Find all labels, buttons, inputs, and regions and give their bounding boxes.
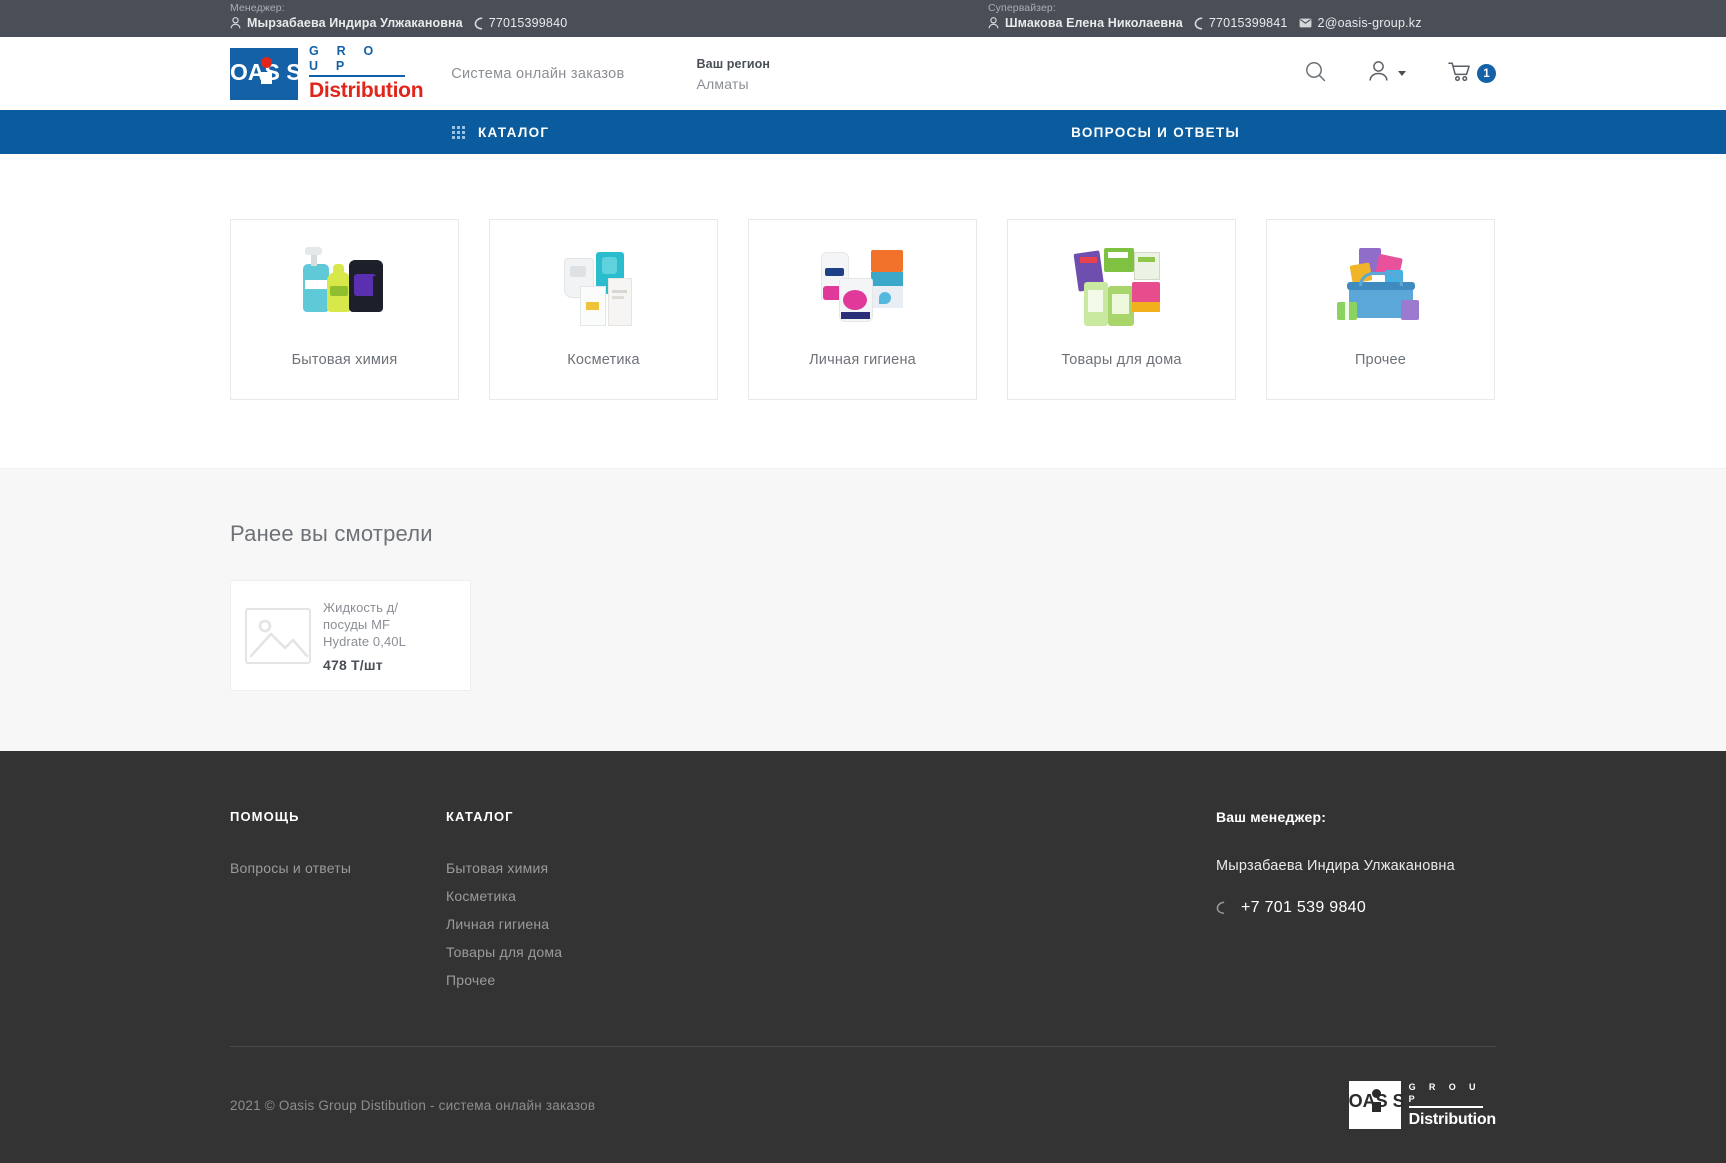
manager-name: Мырзабаева Индира Улжакановна (247, 16, 463, 30)
product-name: Жидкость д/посуды MF Hydrate 0,40L (323, 599, 406, 649)
cart-icon (1448, 61, 1472, 87)
supervisor-contact-block: Супервайзер: Шмакова Елена Николаевна 77… (988, 2, 1422, 30)
search-icon (1305, 61, 1326, 87)
phone-icon (1194, 16, 1203, 30)
main-navigation-bar: КАТАЛОГ ВОПРОСЫ И ОТВЕТЫ (0, 110, 1726, 154)
supervisor-email[interactable]: 2@oasis-group.kz (1318, 16, 1422, 30)
image-placeholder-icon (245, 607, 311, 664)
footer-logo[interactable]: OASIS G R O U P Distribution (1348, 1081, 1497, 1129)
footer-logo-square-icon (1371, 1102, 1381, 1112)
category-label: Бытовая химия (291, 352, 398, 368)
footer-catalog-heading: КАТАЛОГ (446, 809, 514, 824)
product-card[interactable]: Жидкость д/посуды MF Hydrate 0,40L 478 Т… (230, 580, 471, 691)
person-icon (988, 17, 999, 29)
phone-icon (474, 16, 483, 30)
supervisor-phone[interactable]: 77015399841 (1209, 16, 1288, 30)
categories-grid: Бытовая химия Косметика Личная гигиена Т… (230, 219, 1496, 400)
recently-viewed-title: Ранее вы смотрели (230, 521, 433, 546)
region-title: Ваш регион (696, 56, 771, 71)
supervisor-role-label: Супервайзер: (988, 2, 1056, 14)
account-button[interactable] (1368, 60, 1406, 87)
footer-manager-phone[interactable]: +7 701 539 9840 (1241, 899, 1366, 917)
category-label: Прочее (1354, 352, 1407, 368)
nav-item-faq[interactable]: ВОПРОСЫ И ОТВЕТЫ (1071, 125, 1240, 140)
header-actions: 1 (1305, 60, 1496, 87)
grid-icon (452, 125, 465, 139)
category-card-other[interactable]: Прочее (1266, 219, 1495, 400)
nav-catalog-label: КАТАЛОГ (478, 124, 550, 140)
logo-distribution-text: Distribution (309, 79, 424, 102)
category-card-personal-hygiene[interactable]: Личная гигиена (748, 219, 977, 400)
footer-logo-dot-icon (1371, 1089, 1381, 1098)
footer-link-home-goods[interactable]: Товары для дома (446, 938, 1216, 966)
footer-logo-mark: OASIS (1348, 1081, 1405, 1129)
category-card-home-goods[interactable]: Товары для дома (1007, 219, 1236, 400)
category-card-household-chemicals[interactable]: Бытовая химия (230, 219, 459, 400)
logo-mark-right: S (286, 58, 302, 85)
search-button[interactable] (1305, 61, 1326, 87)
user-icon (1368, 60, 1389, 87)
footer-link-cosmetics[interactable]: Косметика (446, 882, 1216, 910)
copyright-text: 2021 © Oasis Group Distibution - система… (230, 1097, 596, 1113)
footer-manager-name: Мырзабаева Индира Улжакановна (1216, 858, 1455, 874)
region-value[interactable]: Алматы (697, 74, 771, 94)
region-selector[interactable]: Ваш регион Алматы (697, 54, 771, 94)
logo-white-square-icon (261, 71, 272, 84)
phone-icon (1216, 901, 1225, 915)
supervisor-name: Шмакова Елена Николаевна (1005, 16, 1183, 30)
household-chemicals-photo (297, 246, 393, 330)
logo-red-dot-icon (261, 56, 272, 68)
personal-hygiene-photo (815, 246, 911, 330)
footer-logo-mark-left: OAS (1348, 1091, 1388, 1111)
site-footer: ПОМОЩЬ Вопросы и ответы КАТАЛОГ Бытовая … (0, 751, 1726, 1163)
footer-bottom-bar: 2021 © Oasis Group Distibution - система… (230, 1047, 1496, 1163)
manager-role-label: Менеджер: (230, 2, 285, 14)
site-header: OASIS G R O U P Distribution Система онл… (0, 37, 1726, 110)
logo-group-text: G R O U P (309, 44, 405, 77)
category-label: Товары для дома (1061, 352, 1182, 368)
nav-item-catalog[interactable]: КАТАЛОГ (452, 125, 549, 140)
product-price: 478 Т/шт (323, 656, 383, 673)
cosmetics-photo (556, 246, 652, 330)
manager-contact-block: Менеджер: Мырзабаева Индира Улжакановна … (230, 2, 567, 30)
footer-manager-column: Ваш менеджер: Мырзабаева Индира Улжакано… (1216, 809, 1496, 994)
footer-logo-group-text: G R O U P (1408, 1081, 1483, 1108)
cart-button[interactable]: 1 (1448, 61, 1496, 87)
logo-mark-left: OAS (230, 58, 280, 85)
other-goods-photo (1333, 246, 1429, 330)
home-goods-photo (1072, 246, 1170, 330)
recently-viewed-section: Ранее вы смотрели Жидкость д/посуды MF H… (0, 468, 1726, 751)
category-label: Личная гигиена (809, 352, 916, 368)
categories-section: Бытовая химия Косметика Личная гигиена Т… (0, 154, 1726, 468)
footer-link-other[interactable]: Прочее (446, 966, 1216, 994)
manager-phone[interactable]: 77015399840 (489, 16, 568, 30)
chevron-down-icon (1398, 71, 1406, 76)
footer-logo-distribution-text: Distribution (1408, 1111, 1497, 1128)
footer-manager-heading: Ваш менеджер: (1216, 809, 1327, 825)
site-tagline: Система онлайн заказов (451, 65, 625, 82)
footer-logo-mark-right: S (1392, 1091, 1405, 1111)
footer-link-personal-hygiene[interactable]: Личная гигиена (446, 910, 1216, 938)
footer-link-faq[interactable]: Вопросы и ответы (230, 854, 446, 882)
footer-help-column: ПОМОЩЬ Вопросы и ответы (230, 809, 446, 994)
top-contact-bar: Менеджер: Мырзабаева Индира Улжакановна … (0, 0, 1726, 37)
envelope-icon (1299, 18, 1312, 28)
category-card-cosmetics[interactable]: Косметика (489, 219, 718, 400)
footer-catalog-column: КАТАЛОГ Бытовая химия Косметика Личная г… (446, 809, 1216, 994)
oasis-logo-mark: OASIS (230, 47, 302, 100)
footer-help-heading: ПОМОЩЬ (230, 809, 300, 824)
cart-count-badge: 1 (1477, 64, 1496, 83)
person-icon (230, 17, 241, 29)
footer-link-household-chemicals[interactable]: Бытовая химия (446, 854, 1216, 882)
category-label: Косметика (567, 352, 640, 368)
site-logo[interactable]: OASIS G R O U P Distribution (230, 44, 424, 103)
